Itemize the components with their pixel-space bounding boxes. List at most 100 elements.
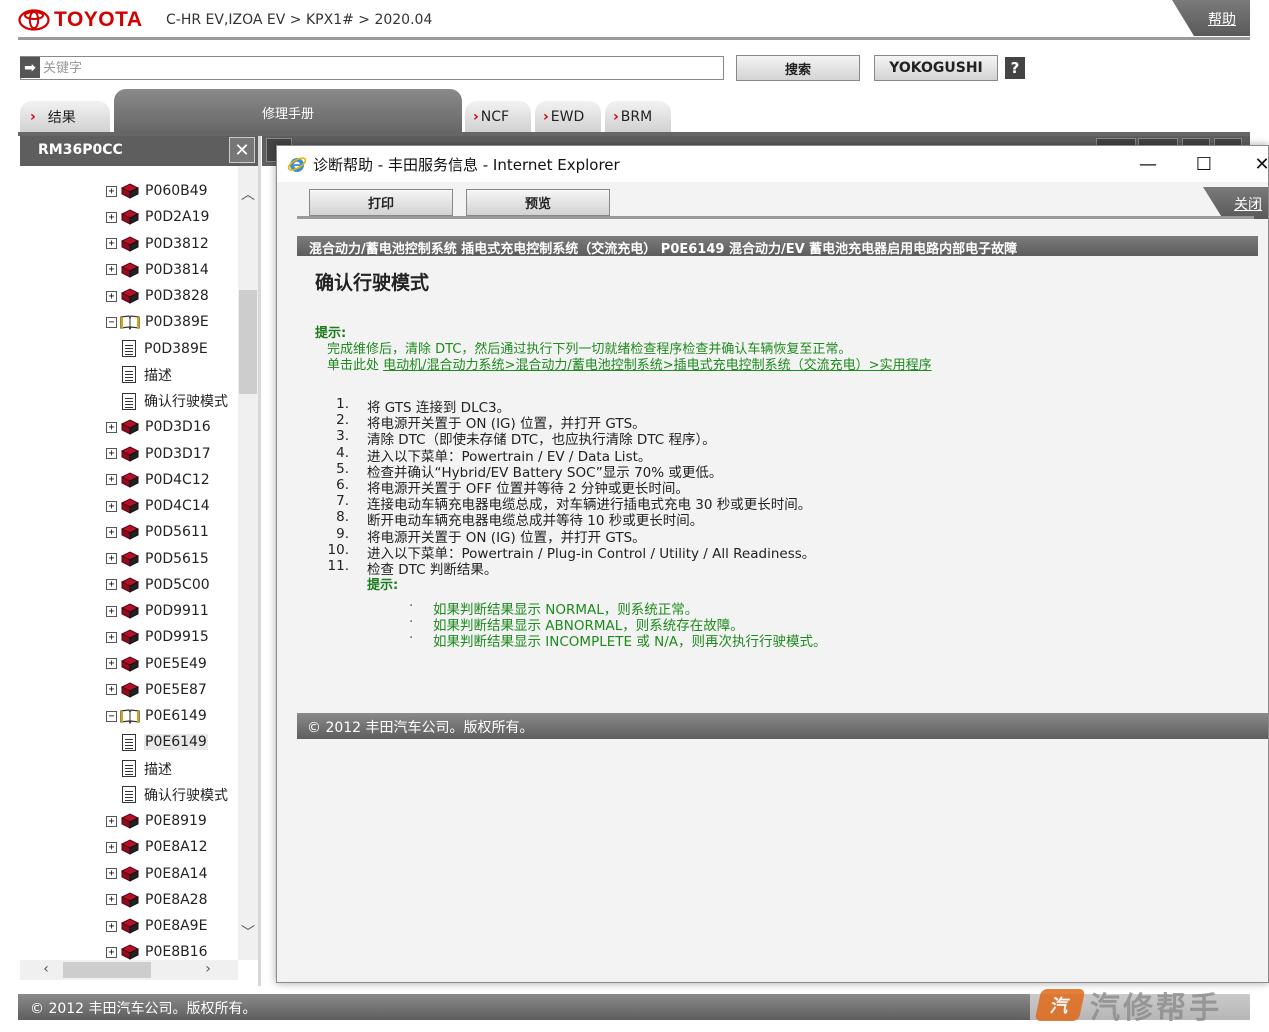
tree-item[interactable]: 确认行驶模式 [122,388,228,414]
tree-item[interactable]: + P0D3D17 [106,441,211,467]
closed-book-icon [120,603,140,619]
expand-icon[interactable]: + [106,185,117,197]
expand-icon[interactable]: + [106,290,117,302]
expand-icon[interactable]: + [106,920,117,932]
tree-item[interactable]: + P0D5C00 [106,572,210,598]
tab-ewd[interactable]: › EWD [535,101,601,133]
tree-item[interactable]: + P060B49 [106,178,208,204]
expand-icon[interactable]: + [106,553,117,564]
expand-icon[interactable]: + [106,211,117,223]
tree-item-label: P0D4C12 [145,471,210,488]
collapse-icon[interactable]: − [106,710,117,722]
tree-item[interactable]: + P0D9911 [106,598,209,624]
closed-book-icon [120,655,140,672]
window-titlebar[interactable]: 诊断帮助 - 丰田服务信息 - Internet Explorer — ☐ ✕ [277,146,1268,182]
yokogushi-button[interactable]: YOKOGUSHI [874,55,998,81]
tree-item[interactable]: + P0D5611 [106,519,209,545]
expand-icon[interactable]: + [106,579,117,591]
window-close-button[interactable]: ✕ [1239,150,1268,178]
expand-icon[interactable]: + [106,631,117,643]
utility-procedure-link[interactable]: 电动机/混合动力系统>混合动力/蓄电池控制系统>插电式充电控制系统（交流充电）>… [383,358,931,373]
tree-item[interactable]: 描述 [122,756,172,782]
step-number: 4. [336,444,349,461]
expand-icon[interactable]: + [106,500,117,512]
print-button[interactable]: 打印 [309,189,453,216]
window-title: 诊断帮助 - 丰田服务信息 - Internet Explorer [313,155,620,174]
expand-icon[interactable]: + [106,946,117,958]
tree-item[interactable]: + P0E8A12 [106,834,208,860]
tree-item[interactable]: + P0D9915 [106,624,209,650]
expand-icon[interactable]: + [106,264,117,276]
expand-icon[interactable]: + [106,474,117,486]
tree-item[interactable]: + P0E8919 [106,808,207,834]
chevron-down-icon[interactable]: ﹀ [240,922,256,941]
tree-item[interactable]: − P0D389E [106,309,209,335]
tab-ewd-label: EWD [550,109,585,125]
expand-icon[interactable]: + [106,658,117,669]
toyota-logo[interactable]: TOYOTA [18,7,143,33]
tree-item[interactable]: + P0D3812 [106,231,209,257]
minimize-button[interactable]: — [1125,150,1171,178]
tree-item[interactable]: + P0E5E49 [106,651,207,677]
tree-item[interactable]: + P0E5E87 [106,677,207,703]
preview-button[interactable]: 预览 [466,189,610,216]
tree-item[interactable]: + P0D3814 [106,257,209,283]
tree-item[interactable]: + P0D3828 [106,283,209,309]
expand-icon[interactable]: + [106,684,117,696]
tree-horizontal-scrollbar[interactable]: ‹ › [20,960,238,980]
panel-resize-handle[interactable] [258,136,261,986]
document-icon [122,340,136,357]
tree-item-label: P0E6149 [145,708,207,724]
step-number: 11. [327,557,349,574]
search-button[interactable]: 搜索 [736,55,860,81]
step-number: 8. [336,509,349,526]
tree-item-label: P0D5611 [145,524,209,541]
expand-icon[interactable]: + [106,238,117,249]
scrollbar-thumb[interactable] [63,962,151,978]
tree-item[interactable]: 确认行驶模式 [122,782,228,808]
tree-item[interactable]: − P0E6149 [106,703,207,729]
expand-icon[interactable]: + [106,448,117,459]
tree-item[interactable]: + P0D4C14 [106,493,210,519]
tab-results[interactable]: › 结果 [20,101,110,133]
tree-item[interactable]: + P0D3D16 [106,414,211,440]
tab-brm[interactable]: › BRM [605,101,671,133]
chevron-up-icon[interactable]: ︿ [240,184,256,203]
tree-item[interactable]: + P0E8A14 [106,861,208,887]
scrollbar-thumb[interactable] [239,290,257,394]
tab-ncf[interactable]: › NCF [465,101,531,133]
close-panel-button[interactable]: ✕ [229,137,255,163]
expand-icon[interactable]: + [106,868,117,879]
tree-item[interactable]: P0D389E [122,336,208,362]
tree-item[interactable]: + P0D2A19 [106,204,209,230]
help-link[interactable]: 帮助 [1208,9,1236,29]
expand-icon[interactable]: + [106,815,117,827]
tree-item[interactable]: + P0D4C12 [106,467,210,493]
bullet: · [409,630,414,646]
maximize-button[interactable]: ☐ [1181,150,1227,178]
tab-repair-manual[interactable]: 修理手册 [114,89,462,133]
chevron-right-icon[interactable]: › [200,961,216,977]
tree-item[interactable]: + P0E8A9E [106,913,207,939]
tree-item-label: P0D5C00 [145,576,210,593]
tree-item[interactable]: + P0E8B16 [106,939,208,960]
tree-item-label: P0D9911 [145,603,209,619]
tree-item[interactable]: P0E6149 [122,729,208,755]
expand-icon[interactable]: + [106,526,117,538]
expand-icon[interactable]: + [106,841,117,853]
help-tab[interactable]: 帮助 [1172,0,1250,36]
close-tab[interactable]: 关闭 [1203,187,1268,219]
tree-item[interactable]: 描述 [122,362,172,388]
close-link[interactable]: 关闭 [1234,194,1262,214]
help-question-icon[interactable]: ? [1005,57,1025,79]
collapse-icon[interactable]: − [106,316,117,328]
tree-item[interactable]: + P0E8A28 [106,887,208,913]
expand-icon[interactable]: + [106,605,117,617]
keyword-search-input[interactable] [20,56,724,80]
tree-item[interactable]: + P0D5615 [106,546,209,572]
expand-icon[interactable]: + [106,421,117,433]
chevron-left-icon[interactable]: ‹ [38,961,54,977]
tab-results-label: 结果 [47,110,76,126]
tree-vertical-scrollbar[interactable]: ︿ ﹀ [238,166,258,960]
expand-icon[interactable]: + [106,894,117,906]
